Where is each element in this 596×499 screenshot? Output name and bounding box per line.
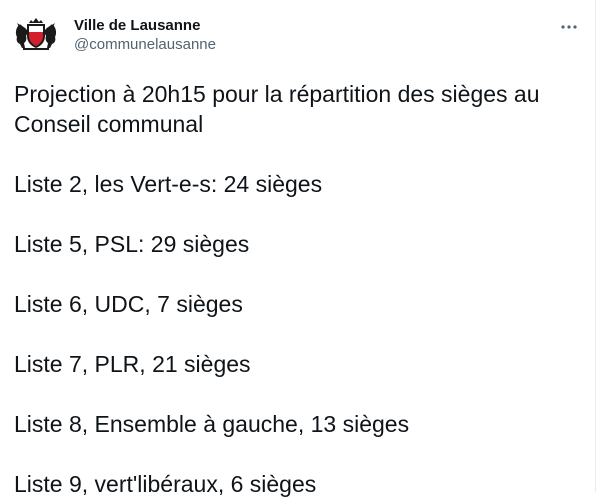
handle[interactable]: @communelausanne bbox=[74, 35, 216, 54]
display-name[interactable]: Ville de Lausanne bbox=[74, 16, 216, 35]
author-block: Ville de Lausanne @communelausanne bbox=[74, 16, 216, 54]
seat-line-vert-liberaux: Liste 9, vert'libéraux, 6 sièges bbox=[14, 471, 317, 497]
seat-line-plr: Liste 7, PLR, 21 sièges bbox=[14, 351, 251, 377]
tweet-text: Projection à 20h15 pour la répartition d… bbox=[14, 79, 574, 499]
more-horizontal-icon bbox=[561, 25, 577, 29]
seat-line-psl: Liste 5, PSL: 29 sièges bbox=[14, 231, 250, 257]
seat-line-udc: Liste 6, UDC, 7 sièges bbox=[14, 291, 243, 317]
lausanne-coat-of-arms-icon bbox=[12, 12, 60, 60]
tweet-intro: Projection à 20h15 pour la répartition d… bbox=[14, 81, 540, 137]
seat-line-vertes: Liste 2, les Vert-e-s: 24 sièges bbox=[14, 171, 323, 197]
seat-line-ensemble-a-gauche: Liste 8, Ensemble à gauche, 13 sièges bbox=[14, 411, 410, 437]
tweet-card: Ville de Lausanne @communelausanne Proje… bbox=[0, 0, 596, 497]
more-options-button[interactable] bbox=[552, 12, 586, 42]
avatar[interactable] bbox=[12, 12, 60, 60]
